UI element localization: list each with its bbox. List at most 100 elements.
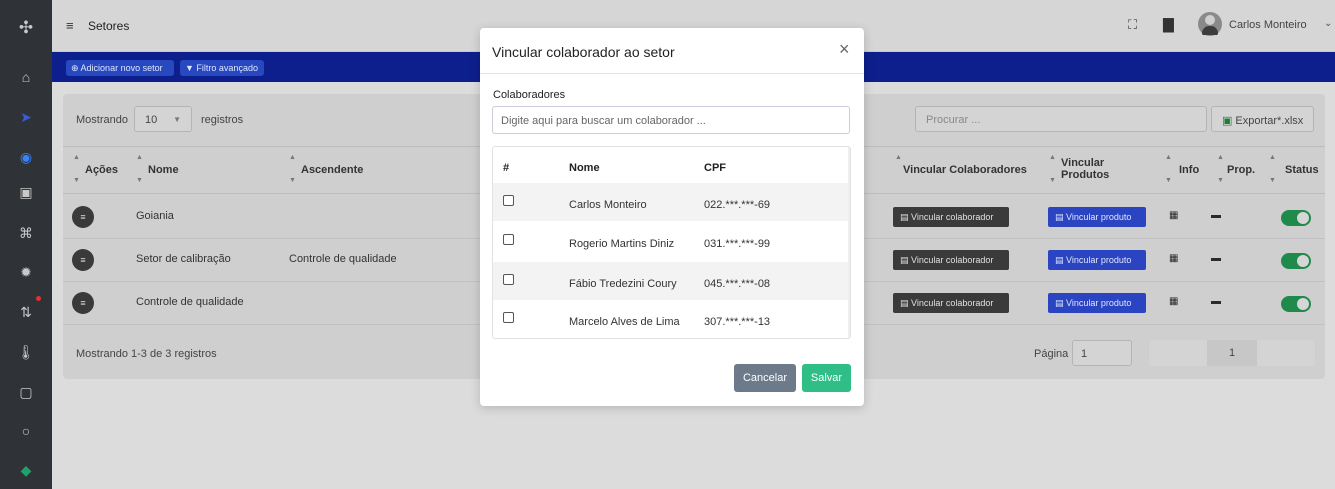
folder-icon[interactable]: ▬ — [1211, 253, 1221, 264]
row-actions-button[interactable]: ≡ — [72, 206, 94, 228]
col-header-vincular-colaboradores[interactable]: ▲ Vincular Colaboradores — [895, 154, 1027, 176]
page-size-value: 10 — [145, 114, 158, 126]
employee-checkbox[interactable] — [503, 195, 514, 206]
col-header-vincular-colaboradores-label: Vincular Colaboradores — [903, 164, 1027, 176]
fullscreen-icon[interactable]: ⛶ — [1128, 17, 1137, 33]
filter-icon: ▼ — [185, 63, 197, 73]
hamburger-icon[interactable]: ≡ — [66, 18, 74, 33]
employee-cpf: 045.***.***-08 — [704, 278, 771, 290]
status-toggle[interactable] — [1281, 253, 1311, 269]
employee-name: Rogerio Martins Diniz — [569, 238, 675, 250]
plus-circle-icon: ⊕ — [71, 63, 81, 73]
link-product-button[interactable]: ▤ Vincular produto — [1048, 207, 1146, 227]
link-product-button[interactable]: ▤ Vincular produto — [1048, 293, 1146, 313]
link-employee-button[interactable]: ▤ Vincular colaborador — [893, 293, 1009, 313]
gear-icon[interactable]: ✹ — [0, 257, 52, 287]
excel-icon: ▣ — [1222, 115, 1233, 127]
diamond-icon[interactable]: ◆ — [0, 455, 52, 485]
employee-row[interactable]: Rogerio Martins Diniz 031.***.***-99 — [493, 222, 850, 260]
book-icon[interactable]: ▇ — [1163, 16, 1174, 33]
employee-search-input[interactable]: Digite aqui para buscar um colaborador .… — [492, 106, 850, 134]
col-header-prop-label: Prop. — [1227, 164, 1256, 176]
employees-table: # Nome CPF Carlos Monteiro 022.***.***-6… — [492, 146, 851, 339]
folder-icon[interactable]: ▬ — [1211, 210, 1221, 221]
send-icon[interactable]: ➤ — [0, 102, 52, 132]
scrollbar[interactable] — [848, 147, 850, 338]
employee-checkbox[interactable] — [503, 234, 514, 245]
col-header-nome-label: Nome — [148, 164, 179, 176]
info-icon[interactable]: ▦ — [1169, 253, 1178, 264]
folder-icon[interactable]: ▬ — [1211, 296, 1221, 307]
employee-row[interactable]: Fábio Tredezini Coury 045.***.***-08 — [493, 262, 850, 300]
page-size-select[interactable]: 10 ▼ — [134, 106, 192, 132]
row-ascendente: Controle de qualidade — [289, 253, 397, 265]
sort-down-icon: ▼ — [1269, 177, 1276, 184]
doc-icon: ▤ — [1055, 255, 1067, 265]
advanced-filter-label: Filtro avançado — [196, 63, 258, 73]
row-actions-button[interactable]: ≡ — [72, 249, 94, 271]
status-toggle[interactable] — [1281, 296, 1311, 312]
user-name[interactable]: Carlos Monteiro — [1229, 19, 1307, 31]
col-header-cpf: CPF — [704, 162, 726, 174]
cancel-button[interactable]: Cancelar — [734, 364, 796, 392]
employee-checkbox[interactable] — [503, 274, 514, 285]
employee-checkbox[interactable] — [503, 312, 514, 323]
circle-icon[interactable]: ○ — [0, 416, 52, 446]
pagination: 1 — [1149, 340, 1315, 366]
sort-up-icon: ▲ — [1217, 154, 1224, 161]
page-number-input[interactable]: 1 — [1072, 340, 1132, 366]
app-logo-icon[interactable]: ✣ — [0, 13, 52, 43]
info-icon[interactable]: ▦ — [1169, 210, 1178, 221]
doc-icon: ▤ — [900, 298, 912, 308]
search-input[interactable]: Procurar ... — [915, 106, 1207, 132]
sort-down-icon: ▼ — [1049, 177, 1056, 184]
doc-icon: ▤ — [1055, 298, 1067, 308]
col-header-status[interactable]: ▲ Status ▼ — [1269, 154, 1319, 184]
page-label: Página — [1034, 348, 1069, 360]
link-employee-button[interactable]: ▤ Vincular colaborador — [893, 250, 1009, 270]
employee-name: Marcelo Alves de Lima — [569, 316, 680, 328]
current-page-button[interactable]: 1 — [1207, 340, 1257, 366]
employee-cpf: 031.***.***-99 — [704, 238, 771, 250]
target-icon[interactable]: ◉ — [0, 142, 52, 172]
thermometer-icon[interactable]: 🌡 — [0, 337, 52, 367]
col-header-vincular-produtos[interactable]: ▲ Vincular Produtos ▼ — [1049, 154, 1110, 184]
sort-icon[interactable]: ⇅ — [0, 297, 52, 327]
chevron-down-icon[interactable]: ⌄ — [1324, 18, 1332, 29]
employee-name: Carlos Monteiro — [569, 199, 647, 211]
row-actions-button[interactable]: ≡ — [72, 292, 94, 314]
link-employee-modal: Vincular colaborador ao setor × Colabora… — [480, 28, 864, 406]
close-icon[interactable]: × — [839, 40, 850, 58]
info-icon[interactable]: ▦ — [1169, 296, 1178, 307]
col-header-ascendente[interactable]: ▲ Ascendente ▼ — [289, 154, 363, 184]
add-sector-button[interactable]: ⊕ Adicionar novo setor — [66, 60, 174, 76]
link-product-button[interactable]: ▤ Vincular produto — [1048, 250, 1146, 270]
sort-down-icon: ▼ — [289, 177, 296, 184]
col-header-info[interactable]: ▲ Info ▼ — [1165, 154, 1199, 184]
row-name: Setor de calibração — [136, 253, 231, 265]
col-header-vincular-produtos-line2: Produtos — [1061, 169, 1110, 181]
col-header-vincular-produtos-line1: Vincular — [1061, 157, 1105, 169]
sidebar: ✣ ⌂ ➤ ◉ ▣ ⌘ ✹ ⇅ 🌡 ▢ ○ ◆ — [0, 0, 52, 489]
employee-cpf: 022.***.***-69 — [704, 199, 771, 211]
box-icon[interactable]: ▢ — [0, 377, 52, 407]
save-button[interactable]: Salvar — [802, 364, 851, 392]
home-icon[interactable]: ⌂ — [0, 62, 52, 92]
export-xlsx-button[interactable]: ▣ Exportar*.xlsx — [1211, 106, 1314, 132]
modal-divider — [480, 73, 864, 74]
employee-cpf: 307.***.***-13 — [704, 316, 771, 328]
employee-row[interactable]: Marcelo Alves de Lima 307.***.***-13 — [493, 300, 850, 338]
col-header-acoes[interactable]: ▲ Ações ▼ — [73, 154, 118, 184]
clipboard-icon[interactable]: ▣ — [0, 177, 52, 207]
command-icon[interactable]: ⌘ — [0, 218, 52, 248]
link-employee-label: Vincular colaborador — [911, 212, 994, 222]
col-header-prop[interactable]: ▲ Prop. ▼ — [1217, 154, 1256, 184]
avatar[interactable] — [1198, 12, 1222, 36]
advanced-filter-button[interactable]: ▼ Filtro avançado — [180, 60, 264, 76]
employee-row[interactable]: Carlos Monteiro 022.***.***-69 — [493, 183, 850, 221]
link-employee-button[interactable]: ▤ Vincular colaborador — [893, 207, 1009, 227]
col-header-status-label: Status — [1285, 164, 1319, 176]
sort-down-icon: ▼ — [1217, 177, 1224, 184]
status-toggle[interactable] — [1281, 210, 1311, 226]
col-header-nome[interactable]: ▲ Nome ▼ — [136, 154, 179, 184]
